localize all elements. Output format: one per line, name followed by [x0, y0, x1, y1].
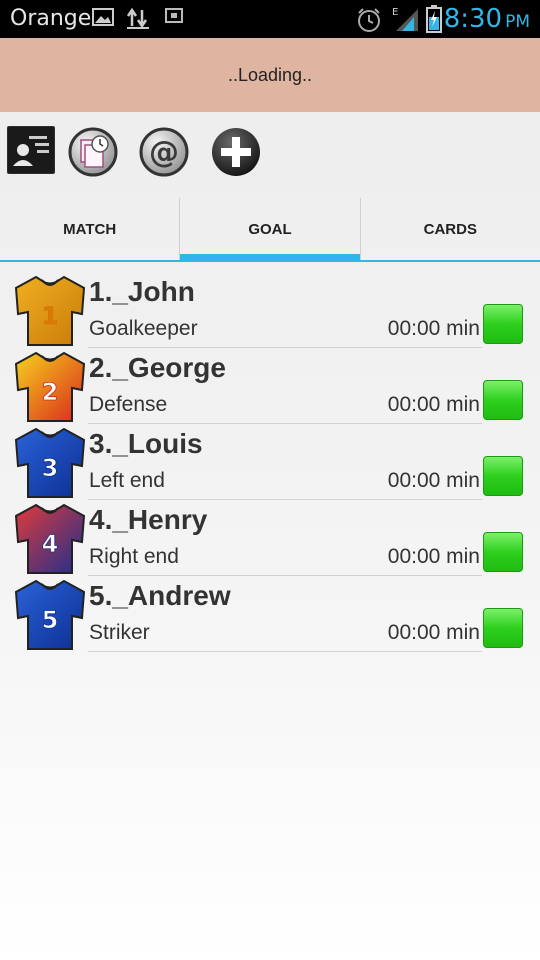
- action-toolbar: @: [0, 112, 540, 192]
- player-row[interactable]: 3 3._Louis Left end 00:00 min: [0, 424, 540, 500]
- status-toggle-button[interactable]: [483, 380, 523, 420]
- player-name: 4._Henry: [89, 504, 208, 535]
- player-time: 00:00 min: [387, 545, 480, 568]
- player-name: 3._Louis: [89, 428, 203, 459]
- player-position: Defense: [89, 393, 168, 416]
- jersey-icon: 3: [14, 427, 86, 498]
- add-button[interactable]: [211, 127, 261, 182]
- status-toggle-button[interactable]: [483, 456, 523, 496]
- status-bar: Orange E 8:30 PM: [0, 0, 540, 38]
- jersey-icon: 4: [14, 503, 86, 574]
- jersey-icon: 5: [14, 579, 86, 650]
- contact-card-button[interactable]: [6, 125, 56, 179]
- player-position: Goalkeeper: [89, 317, 198, 340]
- alarm-icon: [356, 7, 382, 38]
- screenshot-icon: [164, 6, 184, 31]
- svg-text:E: E: [392, 7, 398, 18]
- player-time: 00:00 min: [387, 469, 480, 492]
- contact-card-icon: [6, 125, 56, 175]
- player-time: 00:00 min: [387, 393, 480, 416]
- jersey-number: 3: [42, 454, 59, 482]
- jersey-number: 1: [42, 302, 59, 330]
- sync-arrows-icon: [126, 6, 150, 35]
- history-clock-icon: [68, 127, 118, 177]
- player-name: 1._John: [89, 276, 195, 307]
- clock-time: 8:30: [443, 4, 503, 34]
- history-button[interactable]: [68, 127, 118, 182]
- email-at-icon: @: [139, 127, 189, 177]
- image-icon: [92, 6, 114, 33]
- status-toggle-button[interactable]: [483, 608, 523, 648]
- jersey-icon: 1: [14, 275, 86, 346]
- clock-ampm: PM: [505, 12, 530, 32]
- player-time: 00:00 min: [387, 621, 480, 644]
- player-position: Right end: [89, 545, 179, 568]
- email-button[interactable]: @: [139, 127, 189, 182]
- loading-text: ..Loading..: [227, 64, 313, 85]
- player-row[interactable]: 1 1._John Goalkeeper 00:00 min: [0, 272, 540, 348]
- jersey-number: 2: [42, 378, 59, 406]
- tab-goal[interactable]: GOAL: [179, 198, 360, 262]
- player-row[interactable]: 5 5._Andrew Striker 00:00 min: [0, 576, 540, 652]
- tab-bar: MATCH GOAL CARDS: [0, 198, 540, 262]
- player-position: Left end: [89, 469, 165, 492]
- row-divider: [88, 651, 482, 652]
- jersey-number: 4: [42, 530, 59, 558]
- jersey-number: 5: [42, 606, 59, 634]
- tab-match[interactable]: MATCH: [0, 198, 179, 260]
- player-list: 1 1._John Goalkeeper 00:00 min 2 2._George Def…: [0, 272, 540, 652]
- tab-label: GOAL: [248, 220, 292, 238]
- player-name: 2._George: [89, 352, 226, 383]
- tab-label: CARDS: [423, 220, 477, 238]
- player-position: Striker: [89, 621, 150, 644]
- player-name: 5._Andrew: [89, 580, 231, 611]
- clock: 8:30 PM: [444, 4, 530, 34]
- signal-icon: E: [392, 5, 420, 38]
- player-row[interactable]: 4 4._Henry Right end 00:00 min: [0, 500, 540, 576]
- status-toggle-button[interactable]: [483, 304, 523, 344]
- player-time: 00:00 min: [387, 317, 480, 340]
- status-toggle-button[interactable]: [483, 532, 523, 572]
- loading-banner: ..Loading..: [0, 38, 540, 112]
- player-row[interactable]: 2 2._George Defense 00:00 min: [0, 348, 540, 424]
- carrier-name: Orange: [10, 6, 92, 31]
- battery-icon: [426, 5, 442, 38]
- tab-label: MATCH: [63, 220, 117, 238]
- add-plus-icon: [212, 128, 260, 176]
- jersey-icon: 2: [14, 351, 86, 422]
- tab-cards[interactable]: CARDS: [359, 198, 540, 260]
- svg-text:@: @: [149, 135, 179, 170]
